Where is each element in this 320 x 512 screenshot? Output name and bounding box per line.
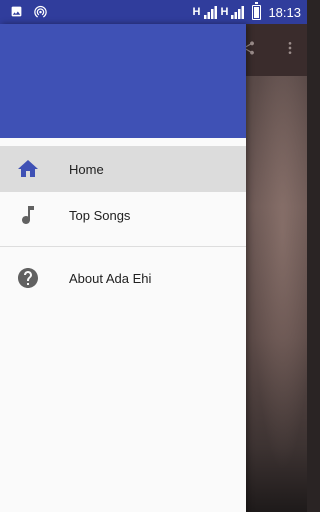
nav-item-label: About Ada Ehi: [69, 270, 152, 286]
music-note-icon: [22, 206, 34, 224]
network-type-2: H: [220, 6, 229, 18]
navigation-drawer: Home Top Songs About Ada Ehi: [0, 24, 246, 512]
battery-icon: [252, 1, 262, 20]
hotspot-icon: [34, 5, 47, 18]
nav-item-label: Top Songs: [69, 207, 131, 223]
nav-item-label: Home: [69, 161, 104, 177]
clock: 18:13: [268, 4, 301, 20]
nav-item-about[interactable]: About Ada Ehi: [0, 255, 246, 301]
nav-item-top-songs[interactable]: Top Songs: [0, 192, 246, 238]
divider: [0, 246, 246, 247]
home-icon: [18, 160, 38, 177]
more-options-icon: [288, 42, 292, 54]
nav-item-home[interactable]: Home: [0, 146, 246, 192]
background-app: [242, 24, 307, 512]
signal-strength-icon: [203, 6, 217, 19]
network-type-1: H: [192, 6, 201, 18]
background-photo: [246, 76, 307, 512]
help-circle-icon: [18, 268, 38, 288]
background-toolbar: [242, 24, 307, 76]
drawer-header: [0, 24, 246, 138]
status-bar: H H 18:13: [0, 0, 307, 24]
nav-list: Home Top Songs About Ada Ehi: [0, 138, 246, 301]
image-notification-icon: [11, 6, 22, 17]
signal-strength-2-icon: [231, 6, 245, 19]
